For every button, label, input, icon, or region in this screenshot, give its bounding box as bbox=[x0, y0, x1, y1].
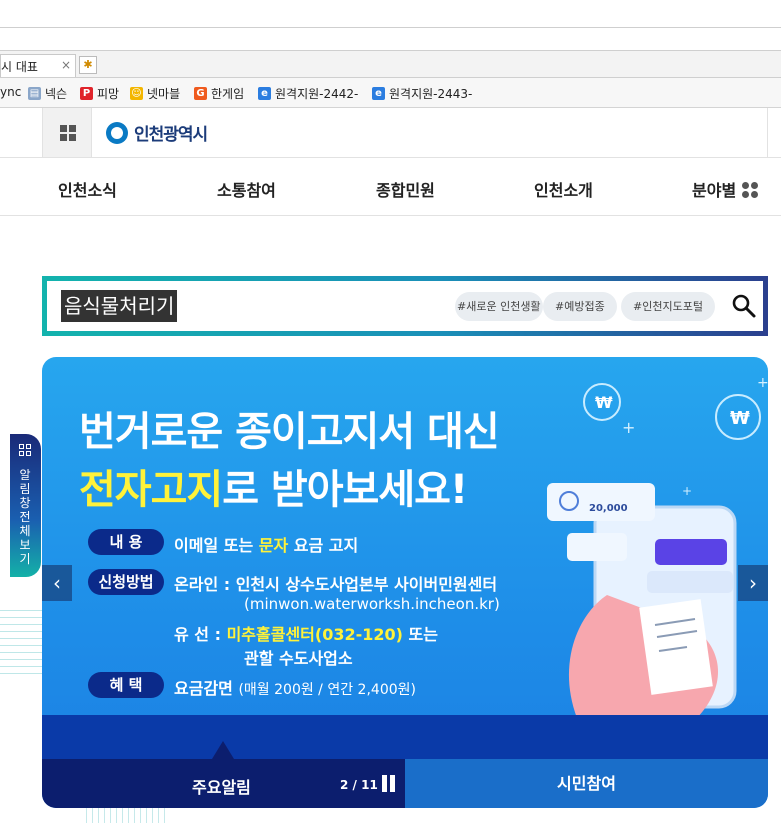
main-nav: 인천소식 소통참여 종합민원 인천소개 분야별 bbox=[0, 158, 781, 216]
search-icon[interactable] bbox=[731, 293, 757, 319]
slide-pager: 2 / 11 bbox=[340, 778, 378, 792]
nav-item-news[interactable]: 인천소식 bbox=[58, 177, 117, 201]
tab-title: 시 대표 bbox=[1, 60, 38, 74]
banner-tabs: 주요알림 2 / 11 시민참여 bbox=[42, 759, 768, 808]
decorative-lines bbox=[86, 808, 166, 823]
bookmark-item[interactable]: G 한게임 bbox=[194, 85, 244, 102]
browser-titlebar bbox=[0, 0, 781, 28]
logo-text: 인천광역시 bbox=[134, 125, 208, 145]
bookmark-label: ync bbox=[0, 85, 22, 99]
label-content: 내 용 bbox=[88, 529, 164, 555]
apply-online-text: 온라인 : 인천시 상수도사업본부 사이버민원센터 bbox=[174, 575, 498, 594]
benefit-text: 요금감면 (매월 200원 / 연간 2,400원) bbox=[174, 679, 416, 698]
bookmark-label: 원격지원-2442- bbox=[275, 87, 359, 101]
apply-url-text: (minwon.waterworksh.incheon.kr) bbox=[244, 595, 500, 613]
ie-icon: e bbox=[372, 87, 385, 100]
active-tab-caret bbox=[212, 741, 234, 759]
apply-office-text: 관할 수도사업소 bbox=[244, 649, 353, 668]
label-benefit: 혜 택 bbox=[88, 672, 164, 698]
content-text: 이메일 또는 문자 요금 고지 bbox=[174, 536, 359, 555]
decorative-lines bbox=[0, 610, 44, 680]
site-logo[interactable]: 인천광역시 bbox=[106, 120, 208, 145]
nav-item-by-field-label: 분야별 bbox=[692, 181, 737, 200]
banner-subtitle: 전자고지로 받아보세요! bbox=[79, 467, 468, 513]
phone-illustration-icon: 20,000 bbox=[547, 483, 737, 718]
pause-icon[interactable] bbox=[382, 775, 396, 792]
svg-text:₩: ₩ bbox=[730, 408, 750, 429]
bookmark-item[interactable]: e 원격지원-2442- bbox=[258, 85, 358, 102]
tab-citizen-participation[interactable]: 시민참여 bbox=[405, 759, 768, 808]
search-input[interactable]: 음식물처리기 bbox=[61, 290, 178, 322]
all-menu-button[interactable] bbox=[42, 108, 92, 157]
search-chip[interactable]: #예방접종 bbox=[543, 292, 617, 321]
nav-item-by-field[interactable]: 분야별 bbox=[692, 177, 759, 201]
banner-bottom-band bbox=[42, 715, 768, 760]
label-apply: 신청방법 bbox=[88, 569, 164, 595]
banner-title: 번거로운 종이고지서 대신 bbox=[79, 409, 500, 455]
bookmark-item[interactable]: ▤ 넥슨 bbox=[28, 85, 67, 102]
pmang-icon: P bbox=[80, 87, 93, 100]
bookmark-item[interactable]: P 피망 bbox=[80, 85, 119, 102]
incheon-logo-icon bbox=[106, 121, 128, 144]
tab-main-label: 주요알림 bbox=[192, 778, 251, 797]
new-tab-icon[interactable]: ✱ bbox=[79, 56, 97, 74]
bookmark-item[interactable]: ☺ 넷마블 bbox=[130, 85, 180, 102]
svg-text:+: + bbox=[622, 418, 635, 437]
nav-item-civil-service[interactable]: 종합민원 bbox=[376, 177, 435, 201]
apply-phone-text: 유 선 : 미추홀콜센터(032-120) 또는 bbox=[174, 625, 438, 644]
search-chip[interactable]: #새로운 인천생활 bbox=[455, 292, 543, 321]
tab-main-notices[interactable]: 주요알림 2 / 11 bbox=[42, 759, 405, 808]
browser-tab[interactable]: 시 대표 × bbox=[0, 54, 76, 77]
bookmark-item[interactable]: e 원격지원-2443- bbox=[372, 85, 472, 102]
hangame-icon: G bbox=[194, 87, 207, 100]
netmarble-icon: ☺ bbox=[130, 87, 143, 100]
tab-close-icon[interactable]: × bbox=[61, 58, 71, 72]
header-divider bbox=[767, 108, 781, 157]
site-header: 인천광역시 bbox=[0, 108, 781, 158]
page-icon: ▤ bbox=[28, 87, 41, 100]
svg-text:20,000: 20,000 bbox=[589, 503, 628, 514]
bookmark-label: 피망 bbox=[97, 87, 120, 101]
bookmark-label: 넷마블 bbox=[147, 87, 181, 101]
grid-icon bbox=[19, 444, 31, 456]
bookmark-item[interactable]: ync bbox=[0, 85, 21, 99]
side-tab-label: 알림창전체보기 bbox=[19, 468, 31, 566]
search-chip[interactable]: #인천지도포털 bbox=[621, 292, 715, 321]
grid-icon bbox=[60, 125, 76, 141]
main-banner[interactable]: ₩ ₩ + + + 번거로운 종이고지서 대신 전자고지로 받아보세요! 내 용… bbox=[42, 357, 768, 808]
browser-tabbar: 시 대표 × ✱ bbox=[0, 50, 781, 78]
search-box: 음식물처리기 #새로운 인천생활 #예방접종 #인천지도포털 bbox=[42, 276, 768, 336]
svg-text:₩: ₩ bbox=[595, 393, 613, 412]
next-arrow-icon[interactable]: › bbox=[738, 565, 768, 601]
nav-item-participation[interactable]: 소통참여 bbox=[217, 177, 276, 201]
ie-icon: e bbox=[258, 87, 271, 100]
nav-item-about[interactable]: 인천소개 bbox=[534, 177, 593, 201]
bookmark-label: 한게임 bbox=[211, 87, 245, 101]
dots-grid-icon bbox=[742, 182, 759, 198]
bookmark-label: 원격지원-2443- bbox=[389, 87, 473, 101]
bookmarks-bar: ync ▤ 넥슨 P 피망 ☺ 넷마블 G 한게임 e 원격지원-2442- e 원격지원-2443- bbox=[0, 78, 781, 108]
bookmark-label: 넥슨 bbox=[45, 87, 68, 101]
prev-arrow-icon[interactable]: ‹ bbox=[42, 565, 72, 601]
svg-text:+: + bbox=[757, 375, 768, 391]
notification-all-tab[interactable]: 알림창전체보기 bbox=[10, 434, 41, 577]
